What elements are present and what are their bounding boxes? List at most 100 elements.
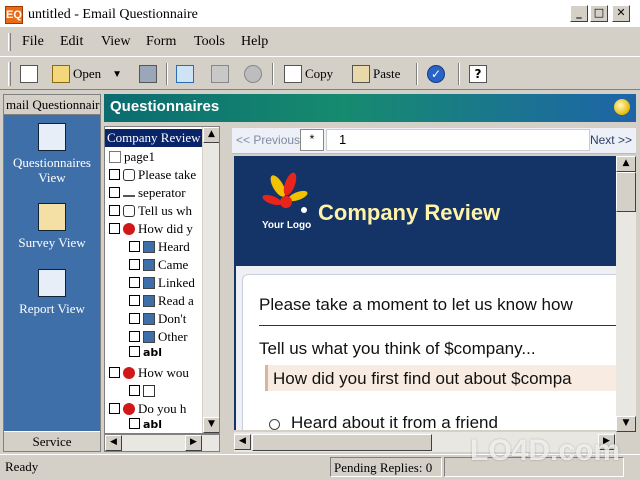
app-icon: EQ [5, 6, 23, 24]
title-bar: EQ untitled - Email Questionnaire _ □ ✕ [0, 0, 640, 28]
checkbox[interactable] [109, 169, 120, 180]
separator-icon [123, 195, 135, 199]
tree-item[interactable]: Linked [129, 274, 195, 292]
tree-item[interactable]: Other [129, 328, 188, 346]
tree-item[interactable]: abl [129, 346, 162, 364]
scroll-thumb[interactable] [252, 434, 432, 451]
open-button[interactable]: Open ▼ [52, 62, 122, 86]
tree-horizontal-scrollbar[interactable]: ◀ ▶ [104, 434, 220, 452]
page-number-field[interactable]: 1 [326, 129, 590, 151]
scroll-up-icon[interactable]: ▲ [616, 156, 636, 172]
tree-item[interactable]: Don't [129, 310, 186, 328]
close-button[interactable]: ✕ [612, 5, 630, 22]
radio-button[interactable] [269, 419, 280, 430]
tree-item[interactable] [129, 382, 158, 400]
questionnaires-banner: Questionnaires [104, 94, 636, 122]
page-marker[interactable]: * [300, 129, 324, 151]
checkbox[interactable] [109, 205, 120, 216]
checkbox[interactable] [129, 277, 140, 288]
tree-item[interactable]: Tell us wh [109, 202, 192, 220]
tree-item[interactable]: page1 [109, 148, 155, 166]
minimize-button[interactable]: _ [570, 5, 588, 22]
checkbox[interactable] [109, 223, 120, 234]
scroll-right-icon[interactable]: ▶ [185, 435, 202, 451]
checkbox[interactable] [129, 241, 140, 252]
copy-button[interactable]: Copy [284, 62, 333, 86]
tree-item[interactable]: Came [129, 256, 188, 274]
refresh-button[interactable] [176, 62, 194, 86]
logo-flower-icon [262, 172, 308, 213]
checkbox[interactable] [129, 295, 140, 306]
sidebar-item-label: Survey View [18, 235, 86, 250]
status-text: Ready [5, 459, 39, 474]
tree-root[interactable]: Company Review [105, 129, 203, 147]
maximize-button[interactable]: □ [590, 5, 608, 22]
menu-help[interactable]: Help [241, 34, 268, 50]
sidebar-footer-service[interactable]: Service [4, 431, 100, 451]
stop-button[interactable] [244, 62, 262, 86]
checkbox[interactable] [129, 331, 140, 342]
checkbox[interactable] [129, 418, 140, 429]
checkbox[interactable] [109, 403, 120, 414]
checkmark-icon: ✓ [427, 65, 445, 83]
toolbar: Open ▼ Copy Paste ✓ ? [0, 56, 640, 90]
checkbox[interactable] [129, 385, 140, 396]
paste-button[interactable]: Paste [352, 62, 400, 86]
menu-tools[interactable]: Tools [194, 34, 225, 50]
send-button[interactable] [211, 62, 229, 86]
new-button[interactable] [20, 62, 38, 86]
tree-item[interactable]: How did y [109, 220, 193, 238]
paste-icon [352, 65, 370, 83]
tree-item[interactable]: Read a [129, 292, 194, 310]
sidebar: mail Questionnair Questionnaires View Su… [3, 94, 101, 452]
scroll-up-icon[interactable]: ▲ [203, 127, 219, 143]
menu-edit[interactable]: Edit [60, 34, 83, 50]
sidebar-item-questionnaires-view[interactable]: Questionnaires View [4, 123, 100, 185]
checkbox[interactable] [109, 187, 120, 198]
preview-vertical-scrollbar[interactable]: ▲ ▼ [616, 156, 636, 432]
questionnaire-tree: Company Review page1 Please take seperat… [104, 126, 220, 434]
menu-grip[interactable] [8, 33, 11, 51]
scroll-down-icon[interactable]: ▼ [203, 417, 219, 433]
checkbox[interactable] [129, 346, 140, 357]
next-page-link[interactable]: Next >> [590, 133, 632, 147]
menu-file[interactable]: File [22, 34, 44, 50]
help-button[interactable]: ? [469, 62, 487, 86]
previous-page-link[interactable]: << Previous [236, 133, 300, 147]
toolbar-grip[interactable] [8, 62, 11, 86]
tree-item[interactable]: Do you h [109, 400, 186, 418]
menu-view[interactable]: View [101, 34, 130, 50]
scroll-thumb[interactable] [616, 172, 636, 212]
tree-item[interactable]: abl [129, 418, 162, 433]
sidebar-item-label: Report View [19, 301, 85, 316]
menu-form[interactable]: Form [146, 34, 176, 50]
scroll-left-icon[interactable]: ◀ [105, 435, 122, 451]
scroll-down-icon[interactable]: ▼ [616, 416, 636, 432]
globe-icon[interactable] [614, 99, 630, 115]
folder-open-icon [52, 65, 70, 83]
question-icon [123, 223, 135, 235]
tree-item[interactable]: How wou [109, 364, 189, 382]
sidebar-item-report-view[interactable]: Report View [4, 269, 100, 316]
question-icon [123, 367, 135, 379]
tree-vertical-scrollbar[interactable]: ▲ ▼ [202, 127, 219, 433]
checkbox[interactable] [129, 259, 140, 270]
banner-title: Questionnaires [110, 98, 220, 115]
question-text: How did you first find out about $compa [273, 369, 572, 388]
checkbox[interactable] [129, 313, 140, 324]
list-icon [143, 385, 155, 397]
save-button[interactable] [139, 62, 157, 86]
check-button[interactable]: ✓ [427, 62, 445, 86]
tree-item[interactable]: Heard [129, 238, 190, 256]
scroll-left-icon[interactable]: ◀ [234, 434, 251, 450]
tree-item[interactable]: Please take [109, 166, 196, 184]
toolbar-separator [458, 63, 460, 85]
survey-title: Company Review [318, 200, 501, 225]
dropdown-arrow-icon[interactable]: ▼ [112, 69, 122, 80]
tree-item[interactable]: seperator [109, 184, 186, 202]
comment-icon [123, 169, 135, 181]
sidebar-item-survey-view[interactable]: Survey View [4, 203, 100, 250]
logo-text: Your Logo [262, 220, 312, 231]
checkbox[interactable] [109, 367, 120, 378]
sidebar-header: mail Questionnair [4, 95, 100, 115]
